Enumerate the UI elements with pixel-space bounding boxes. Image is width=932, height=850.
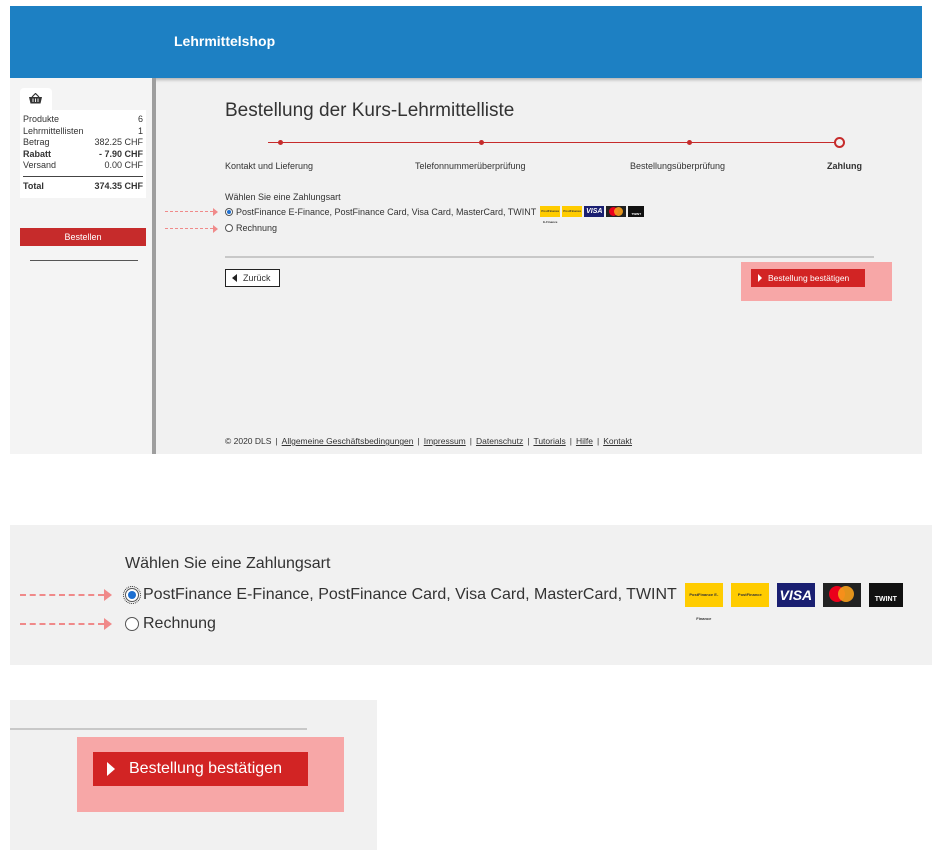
- confirm-order-button[interactable]: Bestellung bestätigen: [751, 269, 865, 287]
- cart-row-total: Total 374.35 CHF: [23, 175, 143, 193]
- radio-online-payment[interactable]: [123, 586, 141, 604]
- order-button[interactable]: Bestellen: [20, 228, 146, 246]
- cart-row-discount: Rabatt - 7.90 CHF: [23, 148, 143, 159]
- step-contact: Kontakt und Lieferung: [225, 161, 314, 171]
- step-order-review: Bestellungsüberprüfung: [630, 161, 726, 171]
- top-bar: Lehrmittelshop: [10, 6, 922, 78]
- annotation-arrow: [165, 208, 218, 216]
- progress-line: [268, 142, 840, 143]
- cart-row-amount: Betrag 382.25 CHF: [23, 137, 143, 147]
- footer-link-imprint[interactable]: Impressum: [424, 436, 466, 446]
- footer-link-terms[interactable]: Allgemeine Geschäftsbedingungen: [282, 436, 414, 446]
- caret-left-icon: [232, 274, 237, 282]
- zoom-payment-options: Wählen Sie eine Zahlungsart PostFinance …: [10, 525, 932, 665]
- footer-link-help[interactable]: Hilfe: [576, 436, 593, 446]
- caret-right-icon: [107, 762, 115, 776]
- cart-row-products: Produkte 6: [23, 114, 143, 124]
- progress-current-step: [834, 137, 845, 148]
- twint-logo: TWINT: [628, 206, 645, 217]
- progress-dot-1: [278, 140, 283, 145]
- payment-option-invoice[interactable]: Rechnung: [225, 223, 277, 233]
- footer-link-contact[interactable]: Kontakt: [603, 436, 632, 446]
- payment-option-online[interactable]: PostFinance E-Finance, PostFinance Card,…: [123, 583, 903, 621]
- step-payment: Zahlung: [827, 161, 862, 171]
- basket-icon: [29, 93, 42, 104]
- cart-summary: Produkte 6 Lehrmittellisten 1 Betrag 382.25…: [20, 110, 146, 198]
- payment-heading: Wählen Sie eine Zahlungsart: [125, 555, 331, 572]
- caret-right-icon: [758, 274, 762, 282]
- step-phone-verification: Telefonnummerüberprüfung: [415, 161, 526, 171]
- postfinance-card-logo: PostFinance: [730, 583, 769, 607]
- zoom-confirm-button: Bestellung bestätigen: [10, 700, 377, 850]
- full-screenshot: Lehrmittelshop Produkte 6 Lehrmittelliste…: [10, 6, 922, 454]
- progress-dot-2: [479, 140, 484, 145]
- cart-row-lists: Lehrmittellisten 1: [23, 125, 143, 136]
- cart-sidebar: Produkte 6 Lehrmittellisten 1 Betrag 382.25…: [10, 78, 156, 454]
- visa-logo: VISA: [776, 583, 815, 607]
- radio-invoice[interactable]: [125, 617, 139, 631]
- footer-link-tutorials[interactable]: Tutorials: [533, 436, 565, 446]
- annotation-arrow: [20, 589, 112, 601]
- progress-dot-3: [687, 140, 692, 145]
- payment-logos: PostFinance E-Finance PostFinance VISA T…: [684, 583, 903, 621]
- postfinance-efinance-logo: PostFinance E-Finance: [540, 206, 561, 224]
- section-divider: [225, 256, 874, 258]
- checkout-progress: [268, 137, 845, 153]
- payment-logos: PostFinance E-Finance PostFinance VISA T…: [540, 206, 645, 224]
- app-title[interactable]: Lehrmittelshop: [174, 33, 275, 49]
- sidebar-divider: [30, 260, 138, 261]
- annotation-arrow: [20, 618, 112, 630]
- cart-tab[interactable]: [20, 88, 52, 110]
- section-divider: [10, 728, 307, 730]
- mastercard-logo: [822, 583, 861, 607]
- visa-logo: VISA: [584, 206, 605, 217]
- payment-option-invoice[interactable]: Rechnung: [125, 615, 216, 633]
- payment-option-online[interactable]: PostFinance E-Finance, PostFinance Card,…: [225, 206, 645, 224]
- twint-logo: TWINT: [868, 583, 903, 607]
- footer-link-privacy[interactable]: Datenschutz: [476, 436, 523, 446]
- postfinance-card-logo: PostFinance: [562, 206, 583, 217]
- mastercard-logo: [606, 206, 627, 217]
- footer: © 2020 DLS | Allgemeine Geschäftsbedingung…: [225, 436, 633, 446]
- page-title: Bestellung der Kurs-Lehrmittelliste: [225, 100, 515, 121]
- radio-online-payment[interactable]: [225, 207, 233, 216]
- postfinance-efinance-logo: PostFinance E-Finance: [684, 583, 723, 621]
- radio-invoice[interactable]: [225, 224, 233, 232]
- payment-heading: Wählen Sie eine Zahlungsart: [225, 192, 341, 202]
- cart-row-shipping: Versand 0.00 CHF: [23, 160, 143, 170]
- annotation-arrow: [165, 225, 218, 233]
- confirm-order-button[interactable]: Bestellung bestätigen: [93, 752, 308, 786]
- back-button[interactable]: Zurück: [225, 269, 280, 287]
